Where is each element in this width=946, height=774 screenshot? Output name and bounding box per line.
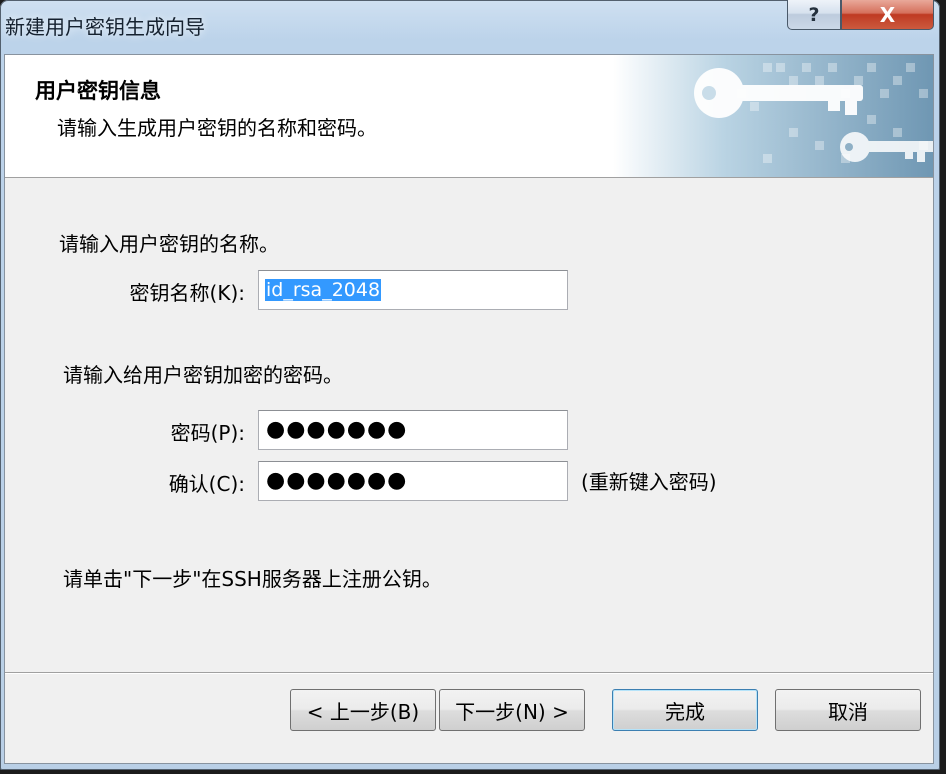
key-name-prompt: 请输入用户密钥的名称。 <box>59 232 279 256</box>
header-title: 用户密钥信息 <box>35 79 161 103</box>
close-button[interactable]: X <box>841 0 934 30</box>
next-button-label: 下一步(N) > <box>455 699 569 724</box>
confirm-password-input[interactable]: ●●●●●●● <box>258 461 568 501</box>
key-name-label: 密钥名称(K): <box>129 281 245 305</box>
password-input[interactable]: ●●●●●●● <box>258 410 568 450</box>
cancel-button[interactable]: 取消 <box>775 689 921 731</box>
confirm-hint: (重新键入密码) <box>581 470 717 494</box>
confirm-label: 确认(C): <box>168 472 245 496</box>
next-button[interactable]: 下一步(N) > <box>439 689 585 731</box>
help-button[interactable]: ? <box>787 0 841 30</box>
back-button[interactable]: < 上一步(B) <box>290 689 436 731</box>
back-button-label: < 上一步(B) <box>306 699 420 724</box>
password-mask: ●●●●●●● <box>266 417 408 442</box>
finish-button[interactable]: 完成 <box>612 689 758 731</box>
footer-divider <box>5 672 933 674</box>
register-instruction: 请单击"下一步"在SSH服务器上注册公钥。 <box>63 567 442 591</box>
key-name-input[interactable]: id_rsa_2048 <box>258 270 568 310</box>
header-subtitle: 请输入生成用户密钥的名称和密码。 <box>57 116 377 140</box>
cancel-button-label: 取消 <box>828 699 868 724</box>
wizard-page: 用户密钥信息 请输入生成用户密钥的名称和密码。 请输入用户密钥的名称。 密钥名称… <box>4 54 934 764</box>
key-name-value-wrap: id_rsa_2048 <box>265 279 382 301</box>
finish-button-label: 完成 <box>665 699 705 724</box>
password-prompt: 请输入给用户密钥加密的密码。 <box>63 363 343 387</box>
password-label: 密码(P): <box>170 421 245 445</box>
wizard-header: 用户密钥信息 请输入生成用户密钥的名称和密码。 <box>5 55 933 178</box>
window-title: 新建用户密钥生成向导 <box>5 15 205 39</box>
wizard-window: 新建用户密钥生成向导 ? X 用户密钥信息 请输入生成用户密钥的名称和密码。 请… <box>0 0 940 770</box>
keys-icon <box>613 55 933 177</box>
confirm-mask: ●●●●●●● <box>266 468 408 493</box>
title-bar[interactable]: 新建用户密钥生成向导 ? X <box>0 0 940 52</box>
key-name-value: id_rsa_2048 <box>265 279 382 301</box>
